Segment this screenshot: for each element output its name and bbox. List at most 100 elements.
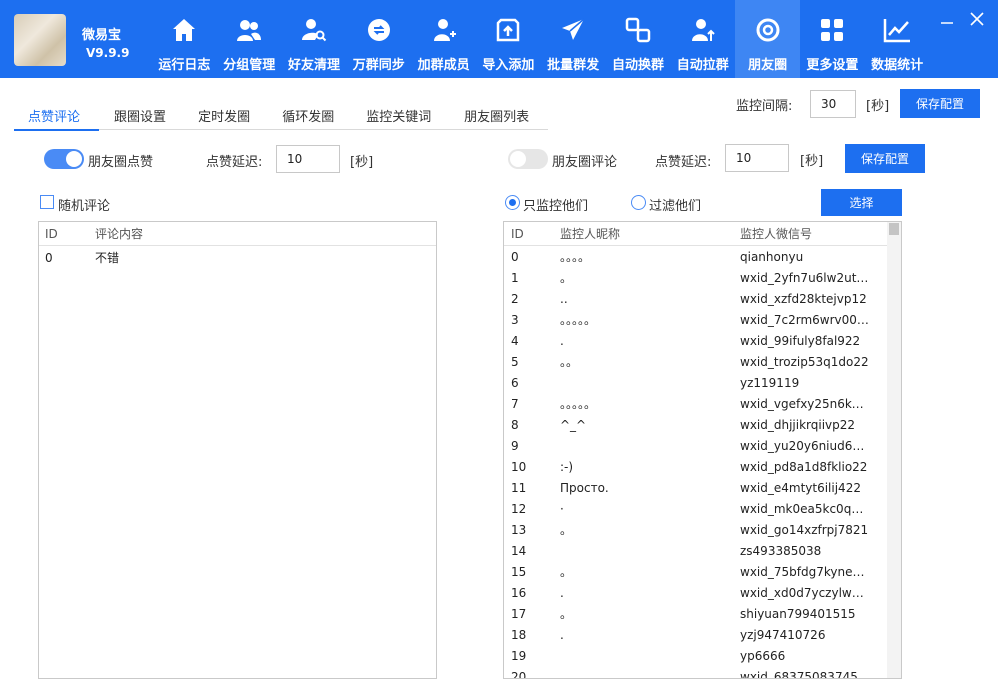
app-version: V9.9.9 [86,46,130,60]
only-monitor-label: 只监控他们 [523,199,589,214]
nav-item-statistics[interactable]: 数据统计 [865,16,930,78]
monitor-interval-input[interactable]: 30 [810,90,856,118]
row-id: 9 [511,438,519,453]
import-icon [494,16,522,44]
exclude-radio[interactable] [631,195,646,210]
row-id: 19 [511,648,527,663]
table-row[interactable]: 8 ^_^ wxid_dhjjikrqiivp22 [504,414,901,435]
switch-icon [624,16,652,44]
comment-delay-input[interactable]: 10 [725,144,789,172]
nav-item-friend-clean[interactable]: 好友清理 [282,16,347,78]
row-nickname: · [560,501,564,516]
column-header-content[interactable]: 评论内容 [89,225,389,242]
row-wxid: wxid_trozip53q1do22 [740,354,869,369]
send-icon [559,16,587,44]
column-header-id[interactable]: ID [504,227,560,241]
nav-label: 数据统计 [871,58,924,73]
table-row[interactable]: 15 。 wxid_75bfdg7kynek22 [504,561,901,582]
table-row[interactable]: 6 yz119119 [504,372,901,393]
table-row[interactable]: 20 wxid_6837508374512 [504,666,901,679]
vertical-scrollbar[interactable] [887,222,901,678]
nav-label: 运行日志 [158,58,211,73]
user-search-icon [300,16,328,44]
column-header-id[interactable]: ID [39,227,89,241]
tab-scheduled-post[interactable]: 定时发圈 [184,108,267,130]
like-delay-label: 点赞延迟: [206,155,263,170]
close-button[interactable] [966,8,988,30]
table-row[interactable]: 11 Просто. wxid_e4mtyt6ilij422 [504,477,901,498]
nav-label: 朋友圈 [748,58,788,73]
table-row[interactable]: 0 。。。。 qianhonyu [504,246,901,267]
row-id: 0 [511,249,519,264]
column-header-nickname[interactable]: 监控人昵称 [560,225,740,242]
table-row[interactable]: 10:-) wxid_pd8a1d8fklio22 [504,456,901,477]
only-monitor-radio[interactable] [505,195,520,210]
app-header: 微易宝 V9.9.9 运行日志 分组管理 好友清理 万群同步 加群成员 导入添加… [0,0,998,78]
row-nickname: 。 [560,523,573,537]
table-row[interactable]: 3 。。。。。 wxid_7c2rm6wrv007... [504,309,901,330]
chart-icon [883,16,911,44]
random-comment-checkbox[interactable] [40,195,54,209]
table-row[interactable]: 0 不错 [39,247,436,268]
save-config-button[interactable]: 保存配置 [845,144,925,173]
tab-like-comment[interactable]: 点赞评论 [14,108,100,131]
tab-monitor-keywords[interactable]: 监控关键词 [352,108,449,130]
nav-item-more-settings[interactable]: 更多设置 [800,16,865,78]
save-config-button-top[interactable]: 保存配置 [900,89,980,118]
table-row[interactable]: 18. yzj947410726 [504,624,901,645]
like-toggle[interactable] [44,149,84,169]
nav-item-auto-pull[interactable]: 自动拉群 [670,16,735,78]
row-wxid: yp6666 [740,648,786,663]
table-row[interactable]: 14 zs493385038 [504,540,901,561]
scrollbar-thumb[interactable] [889,223,899,235]
row-wxid: wxid_vgefxy25n6ka22 [740,396,870,411]
moments-icon [754,16,782,44]
nav-item-add-members[interactable]: 加群成员 [411,16,476,78]
row-wxid: wxid_75bfdg7kynek22 [740,564,870,579]
row-id: 3 [511,312,519,327]
table-row[interactable]: 4. wxid_99ifuly8fal922 [504,330,901,351]
like-delay-input[interactable]: 10 [276,145,340,173]
minimize-button[interactable] [936,8,958,30]
table-row[interactable]: 9 wxid_yu20y6niud6z12 [504,435,901,456]
monitor-interval-label: 监控间隔: [736,99,793,114]
tab-loop-post[interactable]: 循环发圈 [268,108,351,130]
table-row[interactable]: 16. wxid_xd0d7yczylwy22 [504,582,901,603]
row-wxid: wxid_2yfn7u6lw2ut22 [740,270,870,285]
table-row[interactable]: 1 。 wxid_2yfn7u6lw2ut22 [504,267,901,288]
nav-label: 自动拉群 [676,58,729,73]
table-row[interactable]: 2.. wxid_xzfd28ktejvp12 [504,288,901,309]
nav-item-group-sync[interactable]: 万群同步 [346,16,411,78]
row-nickname: ^_^ [560,417,587,432]
row-nickname: 。 [560,565,573,579]
column-header-wxid[interactable]: 监控人微信号 [740,225,888,242]
tab-moments-list[interactable]: 朋友圈列表 [450,108,547,130]
toggle-knob [66,151,82,167]
nav-item-group-manage[interactable]: 分组管理 [217,16,282,78]
row-wxid: yz119119 [740,375,800,390]
nav-item-auto-switch[interactable]: 自动换群 [606,16,671,78]
table-row[interactable]: 17 。 shiyuan799401515 [504,603,901,624]
nav-item-run-log[interactable]: 运行日志 [152,16,217,78]
comment-toggle[interactable] [508,149,548,169]
table-row[interactable]: 7 。。。。。 wxid_vgefxy25n6ka22 [504,393,901,414]
monitor-rows: 0。。。。 qianhonyu 1。 wxid_2yfn7u6lw2ut22 2.. wx… [504,246,901,679]
comments-table: ID 评论内容 0 不错 [38,221,437,679]
row-wxid: wxid_dhjjikrqiivp22 [740,417,856,432]
nav-item-moments[interactable]: 朋友圈 [735,0,800,78]
random-comment-label: 随机评论 [58,199,111,214]
table-row[interactable]: 13 。 wxid_go14xzfrpj7821 [504,519,901,540]
row-id: 15 [511,564,527,579]
table-row[interactable]: 5 。。 wxid_trozip53q1do22 [504,351,901,372]
row-id: 8 [511,417,519,432]
nav-item-batch-send[interactable]: 批量群发 [541,16,606,78]
avatar[interactable] [14,14,66,66]
choose-button[interactable]: 选择 [821,189,902,216]
table-row[interactable]: 19 yp6666 [504,645,901,666]
row-id: 4 [511,333,519,348]
tab-follow-moments[interactable]: 跟圈设置 [100,108,183,130]
user-add-icon [430,16,458,44]
nav-item-import-add[interactable]: 导入添加 [476,16,541,78]
table-row[interactable]: 12 · wxid_mk0ea5kc0qy0... [504,498,901,519]
user-pull-icon [689,16,717,44]
